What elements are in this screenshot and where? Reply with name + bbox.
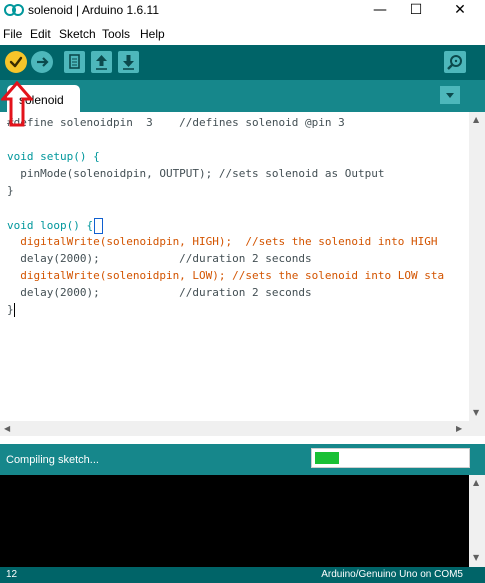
checkmark-icon — [9, 56, 23, 68]
arrow-right-icon — [37, 57, 49, 67]
magnifier-icon — [447, 55, 462, 70]
console-scroll-up-icon[interactable]: ▲ — [473, 478, 479, 487]
scroll-up-arrow-icon[interactable]: ▲ — [473, 115, 479, 124]
code-editor[interactable]: #define solenoidpin 3 //defines solenoid… — [0, 112, 469, 436]
brace-match-box — [94, 218, 104, 234]
minimize-button[interactable]: — — [360, 0, 400, 22]
compile-progress-bar — [311, 448, 470, 468]
code-line-12: } — [7, 303, 15, 320]
code-line-7: void loop() { — [7, 218, 104, 235]
menu-file[interactable]: File — [3, 27, 22, 41]
maximize-button[interactable]: ☐ — [396, 0, 436, 22]
scroll-down-arrow-icon[interactable]: ▼ — [473, 408, 479, 417]
status-message: Compiling sketch... — [6, 454, 99, 466]
loop-close-brace: } — [7, 303, 14, 316]
console-output[interactable] — [0, 475, 469, 567]
footer-bar: 12 Arduino/Genuino Uno on COM5 — [0, 567, 485, 583]
arduino-logo-icon — [4, 4, 24, 16]
setup-line: void setup() { — [7, 150, 100, 163]
new-button[interactable] — [64, 51, 85, 73]
loop-line: void loop() { — [7, 219, 94, 232]
delay-line-2: delay(2000); //duration 2 seconds — [7, 286, 312, 299]
progress-fill — [315, 452, 339, 464]
title-bar: solenoid | Arduino 1.6.11 — ☐ ✕ — [0, 0, 485, 23]
pinmode-line: pinMode(solenoidpin, OUTPUT); //sets sol… — [7, 167, 385, 180]
save-down-arrow-icon — [123, 55, 134, 70]
setup-close-brace: } — [7, 184, 14, 197]
triangle-down-icon — [446, 93, 454, 98]
new-file-icon — [69, 54, 80, 69]
define-directive: #define solenoidpin 3 //defines solenoid… — [7, 116, 345, 129]
board-port-label: Arduino/Genuino Uno on COM5 — [321, 569, 463, 580]
code-line-9: delay(2000); //duration 2 seconds — [7, 252, 312, 269]
red-up-arrow-icon — [1, 81, 33, 127]
close-button[interactable]: ✕ — [440, 0, 480, 22]
code-line-5: } — [7, 184, 14, 201]
panel-divider[interactable] — [0, 436, 485, 444]
tab-menu-button[interactable] — [440, 86, 460, 104]
code-line-1: #define solenoidpin 3 //defines solenoid… — [7, 116, 345, 133]
console-scroll-down-icon[interactable]: ▼ — [473, 553, 479, 562]
scroll-right-arrow-icon[interactable]: ▶ — [456, 424, 462, 433]
serial-monitor-button[interactable] — [444, 51, 466, 73]
menu-tools[interactable]: Tools — [102, 27, 130, 41]
menu-edit[interactable]: Edit — [30, 27, 51, 41]
upload-button[interactable] — [31, 51, 53, 73]
line-number: 12 — [6, 569, 18, 580]
verify-button[interactable] — [5, 51, 27, 73]
editor-vertical-scrollbar[interactable]: ▲ ▼ — [469, 112, 485, 436]
code-line-3: void setup() { — [7, 150, 100, 167]
delay-line-1: delay(2000); //duration 2 seconds — [7, 252, 312, 265]
menu-bar: File Edit Sketch Tools Help — [0, 24, 485, 45]
window-title: solenoid | Arduino 1.6.11 — [28, 3, 159, 17]
code-line-11: delay(2000); //duration 2 seconds — [7, 286, 312, 303]
digitalwrite-low-line: digitalWrite(solenoidpin, LOW); //sets t… — [7, 269, 445, 282]
code-line-4: pinMode(solenoidpin, OUTPUT); //sets sol… — [7, 167, 385, 184]
scroll-left-arrow-icon[interactable]: ◀ — [4, 424, 10, 433]
editor-horizontal-scrollbar[interactable]: ◀ ▶ — [0, 421, 469, 436]
toolbar — [0, 45, 485, 80]
menu-help[interactable]: Help — [140, 27, 165, 41]
open-up-arrow-icon — [96, 55, 107, 70]
text-cursor — [13, 303, 15, 317]
console-scrollbar[interactable]: ▲ ▼ — [469, 475, 485, 567]
digitalwrite-high-line: digitalWrite(solenoidpin, HIGH); //sets … — [7, 235, 438, 248]
code-line-10: digitalWrite(solenoidpin, LOW); //sets t… — [7, 269, 444, 286]
menu-sketch[interactable]: Sketch — [59, 27, 96, 41]
tab-bar: solenoid — [0, 80, 485, 112]
save-button[interactable] — [118, 51, 139, 73]
code-line-8: digitalWrite(solenoidpin, HIGH); //sets … — [7, 235, 437, 252]
open-button[interactable] — [91, 51, 112, 73]
